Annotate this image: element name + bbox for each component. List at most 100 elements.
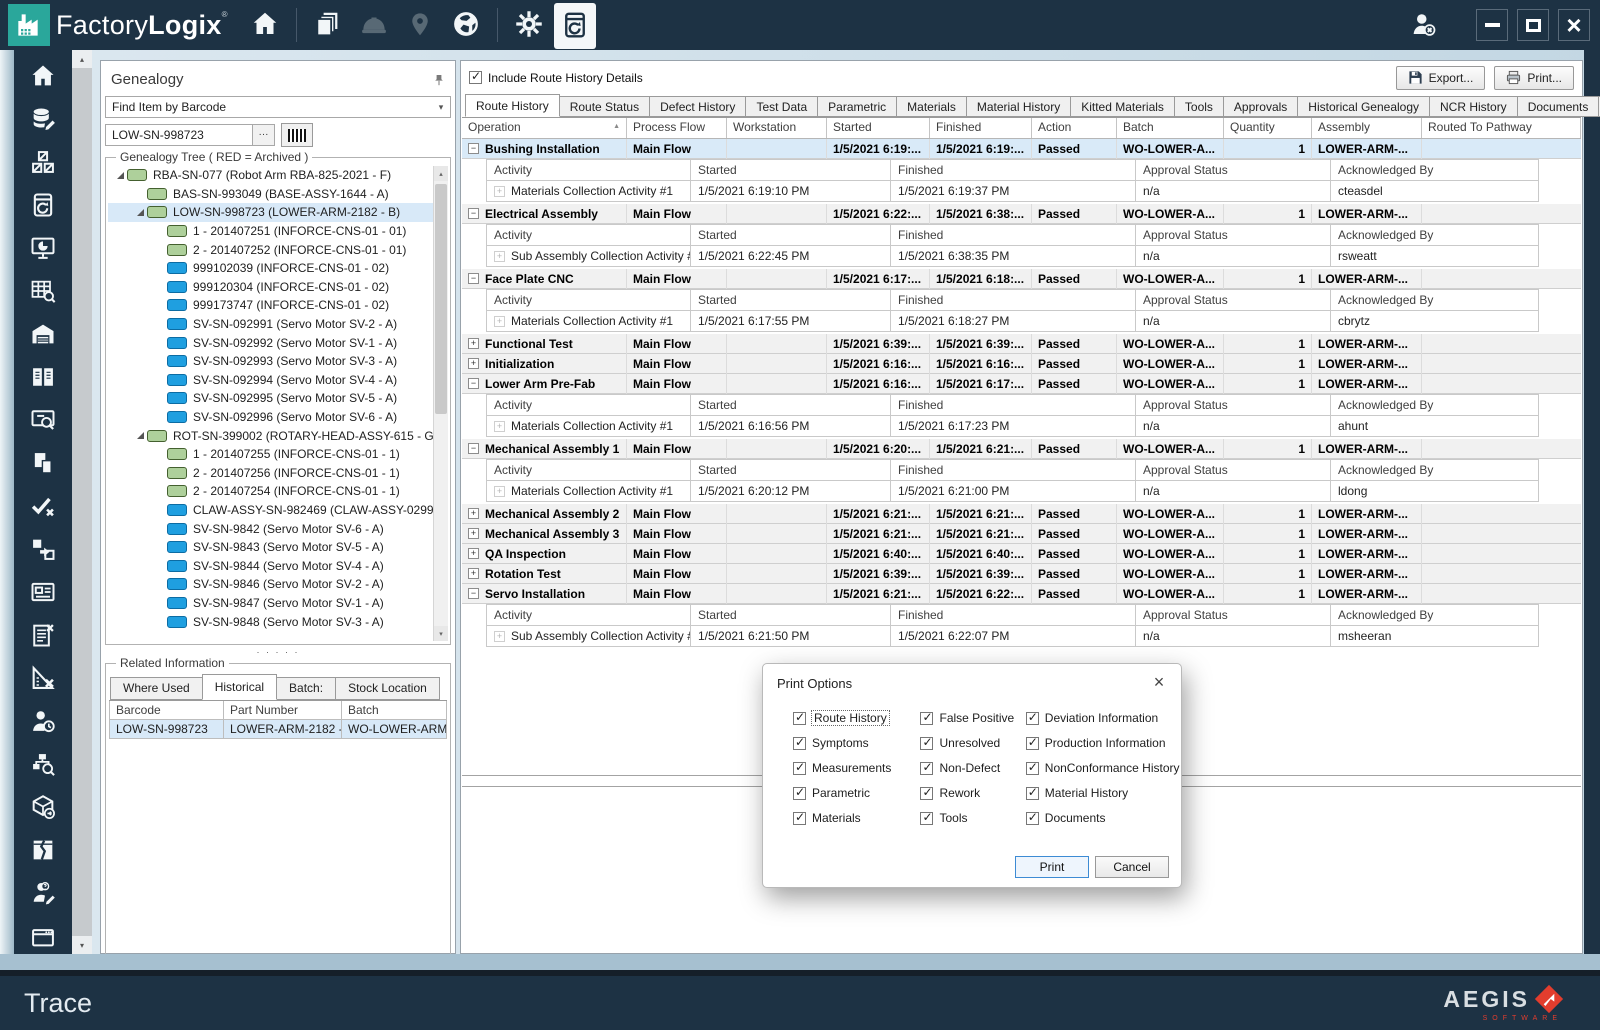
browse-ellipsis-button[interactable]: ···	[253, 124, 275, 146]
row-expand-toggle[interactable]: +	[468, 528, 479, 539]
sidebar-scroll-up[interactable]: ▴	[72, 50, 92, 68]
sidebar-item-measurement-remove[interactable]	[14, 658, 72, 701]
related-tab-historical[interactable]: Historical	[201, 674, 278, 700]
related-table-row[interactable]: LOW-SN-998723 LOWER-ARM-2182 - B WO-LOWER-…	[109, 720, 447, 739]
tree-scrollbar[interactable]: ▴ ▾	[433, 166, 448, 641]
print-option-tools[interactable]: ✓ Tools	[920, 810, 1025, 825]
settings-gear-button[interactable]	[508, 2, 550, 48]
tab-defect-history[interactable]: Defect History	[649, 96, 747, 117]
route-operation-row[interactable]: + Initialization Main Flow 1/5/2021 6:16:..…	[462, 353, 1581, 374]
tree-item[interactable]: LOW-SN-998723 (LOWER-ARM-2182 - B)	[108, 203, 433, 222]
tree-item[interactable]: SV-SN-092995 (Servo Motor SV-5 - A)	[108, 389, 433, 408]
print-option-material-history[interactable]: ✓ Material History	[1025, 785, 1181, 800]
sidebar-item-monitor-search[interactable]	[14, 400, 72, 443]
print-option-route-history[interactable]: ✓ Route History	[793, 710, 920, 726]
activity-expand-toggle[interactable]: +	[494, 250, 505, 262]
route-operation-row[interactable]: − Electrical Assembly Main Flow 1/5/2021 6:…	[462, 203, 1581, 224]
checkbox-checked-icon[interactable]: ✓	[920, 785, 934, 800]
sidebar-item-assembly-blocks[interactable]	[14, 142, 72, 185]
tree-item[interactable]: 2 - 201407256 (INFORCE-CNS-01 - 1)	[108, 464, 433, 483]
sidebar-item-trace-history[interactable]	[14, 185, 72, 228]
tree-item[interactable]: SV-SN-9843 (Servo Motor SV-5 - A)	[108, 538, 433, 557]
tab-historical-genealogy[interactable]: Historical Genealogy	[1297, 96, 1431, 117]
related-tab-stock-location[interactable]: Stock Location	[335, 677, 440, 700]
print-option-parametric[interactable]: ✓ Parametric	[793, 785, 920, 800]
find-item-dropdown[interactable]: Find Item by Barcode ▾	[105, 96, 451, 118]
copy-pages-button[interactable]	[307, 2, 349, 48]
sidebar-item-clipboard-remove[interactable]	[14, 615, 72, 658]
tab-route-status[interactable]: Route Status	[558, 96, 651, 117]
row-expand-toggle[interactable]: +	[468, 358, 479, 369]
row-expand-toggle[interactable]: +	[468, 568, 479, 579]
route-operation-row[interactable]: + QA Inspection Main Flow 1/5/2021 6:40:...…	[462, 543, 1581, 564]
sidebar-item-id-card[interactable]	[14, 572, 72, 615]
activity-data-row[interactable]: + Materials Collection Activity #1 1/5/202…	[486, 180, 1539, 201]
tree-item[interactable]: RBA-SN-077 (Robot Arm RBA-825-2021 - F)	[108, 166, 433, 185]
trace-module-button[interactable]	[553, 3, 596, 49]
row-expand-toggle[interactable]: −	[468, 143, 479, 154]
sidebar-scroll-down[interactable]: ▾	[72, 936, 92, 954]
include-route-history-checkbox[interactable]: ✓	[469, 69, 482, 84]
checkbox-checked-icon[interactable]: ✓	[793, 760, 806, 775]
dialog-print-button[interactable]: Print	[1015, 856, 1089, 878]
sidebar-item-device-copy[interactable]	[14, 443, 72, 486]
route-operation-row[interactable]: − Mechanical Assembly 1 Main Flow 1/5/2021 …	[462, 438, 1581, 459]
tree-expand-toggle[interactable]	[134, 432, 147, 440]
close-button[interactable]: ×	[1558, 9, 1590, 41]
tree-item[interactable]: ROT-SN-399002 (ROTARY-HEAD-ASSY-615 - G)	[108, 426, 433, 445]
row-expand-toggle[interactable]: −	[468, 443, 479, 454]
checkbox-checked-icon[interactable]: ✓	[1025, 735, 1039, 750]
checkbox-checked-icon[interactable]: ✓	[793, 735, 806, 750]
checkbox-checked-icon[interactable]: ✓	[920, 760, 934, 775]
print-option-unresolved[interactable]: ✓ Unresolved	[920, 735, 1025, 750]
row-expand-toggle[interactable]: +	[468, 508, 479, 519]
tree-item[interactable]: 2 - 201407254 (INFORCE-CNS-01 - 1)	[108, 482, 433, 501]
checkbox-checked-icon[interactable]: ✓	[920, 810, 934, 825]
tree-item[interactable]: CLAW-ASSY-SN-982469 (CLAW-ASSY-029938 - …	[108, 501, 433, 520]
route-operation-row[interactable]: − Servo Installation Main Flow 1/5/2021 6:2…	[462, 583, 1581, 604]
minimize-button[interactable]	[1476, 9, 1508, 41]
print-option-false-positive[interactable]: ✓ False Positive	[920, 710, 1025, 725]
checkbox-checked-icon[interactable]: ✓	[1025, 785, 1039, 800]
tree-item[interactable]: SV-SN-092991 (Servo Motor SV-2 - A)	[108, 315, 433, 334]
home-button[interactable]	[244, 2, 286, 48]
tree-item[interactable]: 1 - 201407255 (INFORCE-CNS-01 - 1)	[108, 445, 433, 464]
tree-item[interactable]: 999173747 (INFORCE-CNS-01 - 02)	[108, 296, 433, 315]
row-expand-toggle[interactable]: −	[468, 208, 479, 219]
location-pin-button[interactable]	[399, 2, 441, 48]
activity-data-row[interactable]: + Sub Assembly Collection Activity #1 1/5/…	[486, 625, 1539, 646]
grid-col-finished[interactable]: Finished	[930, 118, 1032, 138]
grid-col-operation[interactable]: Operation ▲	[462, 118, 627, 138]
tree-item[interactable]: 2 - 201407252 (INFORCE-CNS-01 - 01)	[108, 240, 433, 259]
activity-data-row[interactable]: + Materials Collection Activity #1 1/5/202…	[486, 480, 1539, 501]
export-button[interactable]: Export...	[1395, 65, 1486, 90]
print-option-measurements[interactable]: ✓ Measurements	[793, 760, 920, 775]
tab-parametric[interactable]: Parametric	[817, 96, 898, 117]
sidebar-item-hierarchy-search[interactable]	[14, 744, 72, 787]
sidebar-item-database-edit[interactable]	[14, 99, 72, 142]
sidebar-item-home[interactable]	[14, 56, 72, 99]
sidebar-item-warehouse[interactable]	[14, 314, 72, 357]
tree-item[interactable]: 999102039 (INFORCE-CNS-01 - 02)	[108, 259, 433, 278]
tab-materials[interactable]: Materials	[896, 96, 967, 117]
tree-item[interactable]: SV-SN-092992 (Servo Motor SV-1 - A)	[108, 333, 433, 352]
activity-expand-toggle[interactable]: +	[494, 315, 505, 327]
disconnect-user-button[interactable]	[1403, 5, 1443, 45]
grid-col-assembly[interactable]: Assembly	[1312, 118, 1422, 138]
tab-kitted-materials[interactable]: Kitted Materials	[1070, 96, 1175, 117]
tree-item[interactable]: SV-SN-9847 (Servo Motor SV-1 - A)	[108, 594, 433, 613]
checkbox-checked-icon[interactable]: ✓	[920, 710, 934, 725]
route-operation-row[interactable]: − Face Plate CNC Main Flow 1/5/2021 6:17:..…	[462, 268, 1581, 289]
row-expand-toggle[interactable]: +	[468, 548, 479, 559]
checkbox-checked-icon[interactable]: ✓	[1025, 710, 1039, 725]
checkbox-checked-icon[interactable]: ✓	[920, 735, 934, 750]
grid-col-batch[interactable]: Batch	[1117, 118, 1224, 138]
tree-expand-toggle[interactable]	[114, 171, 127, 179]
sidebar-scrollbar[interactable]: ▴ ▾	[72, 50, 92, 954]
barcode-scan-button[interactable]	[281, 123, 313, 147]
tab-material-history[interactable]: Material History	[965, 96, 1072, 117]
sidebar-item-package-route[interactable]	[14, 787, 72, 830]
print-option-nonconformance-history[interactable]: ✓ NonConformance History	[1025, 760, 1181, 775]
sidebar-item-cancel-check[interactable]	[14, 486, 72, 529]
print-option-materials[interactable]: ✓ Materials	[793, 810, 920, 825]
